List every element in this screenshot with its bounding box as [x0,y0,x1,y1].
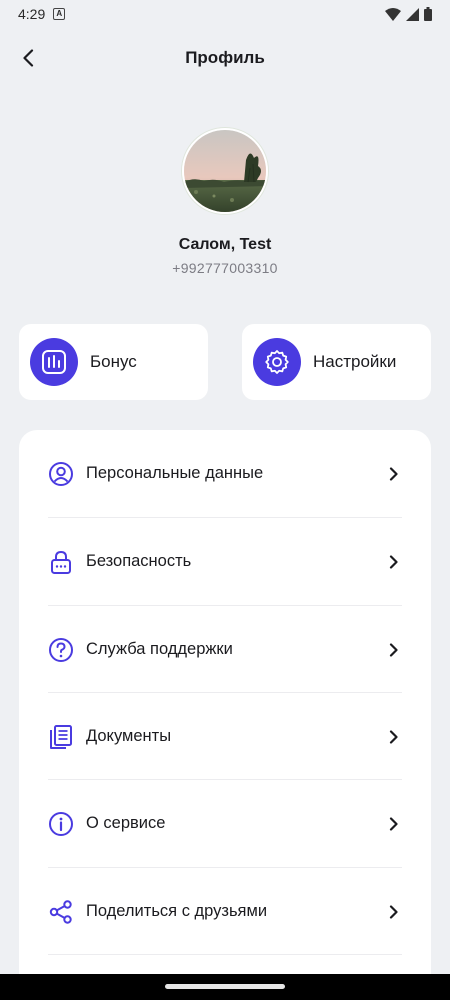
page-title: Профиль [185,48,265,67]
status-bar: 4:29 A [0,0,450,28]
menu-item-label: Персональные данные [86,464,264,482]
gear-icon [253,338,301,386]
menu-item-share[interactable]: Поделиться с друзьями [48,868,402,955]
battery-icon [424,7,432,21]
lock-icon [48,549,74,575]
chevron-right-icon [386,904,402,920]
settings-button[interactable]: Настройки [242,324,431,400]
menu-item-label: Служба поддержки [86,640,233,658]
share-icon [48,899,74,925]
home-handle[interactable] [165,984,285,989]
chevron-right-icon [386,554,402,570]
system-nav-bar [0,974,450,1000]
header: Профиль [0,40,450,76]
bonus-button[interactable]: Бонус [19,324,208,400]
menu-item-label: Безопасность [86,552,192,570]
info-circle-icon [48,811,74,837]
menu-item-about[interactable]: О сервисе [48,780,402,867]
status-time: 4:29 [18,6,46,22]
menu-item-security[interactable]: Безопасность [48,518,402,605]
chevron-right-icon [386,466,402,482]
user-greeting: Салом, Test [178,236,272,253]
bonus-chart-icon [30,338,78,386]
back-button[interactable] [14,44,42,72]
chevron-right-icon [386,642,402,658]
status-left: 4:29 A [18,6,66,22]
profile-menu: Персональные данные Безопасность Служба … [19,430,431,990]
menu-item-label: Поделиться с друзьями [86,902,268,920]
status-right [385,7,432,21]
question-circle-icon [48,637,74,663]
notification-icon: A [53,8,66,20]
menu-item-personal-data[interactable]: Персональные данные [48,430,402,517]
menu-item-label: Документы [86,727,172,745]
chevron-right-icon [386,729,402,745]
chevron-left-icon [23,49,34,67]
menu-item-documents[interactable]: Документы [48,693,402,780]
user-circle-icon [48,461,74,487]
wifi-icon [385,7,401,21]
signal-icon [406,7,419,21]
menu-item-label: О сервисе [86,814,166,832]
user-phone: +992777003310 [172,260,278,276]
documents-icon [48,724,74,750]
avatar-photo [184,130,266,212]
avatar[interactable] [182,128,268,214]
chevron-right-icon [386,816,402,832]
menu-item-support[interactable]: Служба поддержки [48,606,402,693]
settings-label: Настройки [313,352,397,371]
menu-divider [48,954,402,955]
bonus-label: Бонус [90,352,137,371]
